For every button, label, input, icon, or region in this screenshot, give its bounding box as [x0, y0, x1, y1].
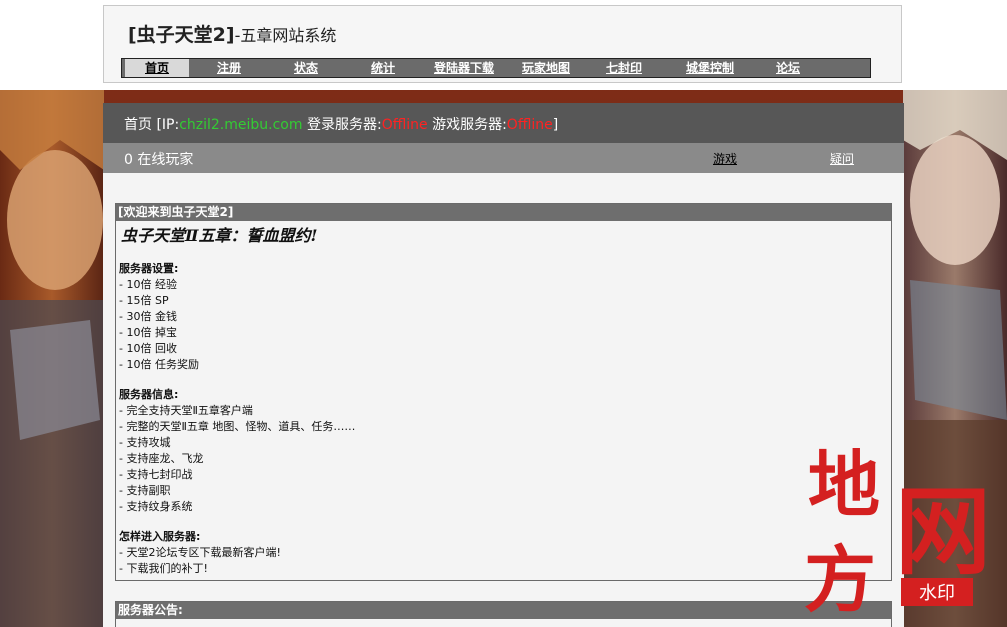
site-title-name: [虫子天堂2]: [128, 24, 235, 46]
login-server-label: 登录服务器:: [306, 117, 382, 133]
nav-item-seven-signs[interactable]: 七封印: [591, 59, 657, 77]
watermark-char-2: 方: [804, 537, 876, 622]
list-item: - 10倍 任务奖励: [119, 358, 199, 371]
server-info-title: 服务器信息:: [119, 388, 179, 401]
welcome-box-header: [欢迎来到虫子天堂2]: [116, 204, 891, 221]
nav-item-player-map[interactable]: 玩家地图: [513, 59, 579, 77]
game-server-label: 游戏服务器:: [432, 117, 507, 133]
nav-item-castle-control[interactable]: 城堡控制: [675, 59, 745, 77]
list-item: - 15倍 SP: [119, 294, 169, 307]
site-title-subtitle: -五章网站系统: [234, 26, 337, 45]
login-server-status: Offline: [381, 117, 428, 133]
main-nav: 首页 注册 状态 统计 登陆器下载 玩家地图 七封印 城堡控制 论坛: [121, 58, 871, 78]
status-home-label: 首页: [124, 117, 152, 133]
welcome-slogan: 虫子天堂Ⅱ五章：誓血盟约!: [121, 226, 318, 245]
faq-link[interactable]: 疑问: [830, 150, 854, 167]
server-status-bar: 首页 [IP:chzil2.meibu.com 登录服务器:Offline 游戏…: [103, 103, 904, 143]
list-item: - 支持纹身系统: [119, 500, 193, 513]
game-server-status: Offline: [506, 117, 553, 133]
welcome-body: 虫子天堂Ⅱ五章：誓血盟约! 服务器设置: - 10倍 经验 - 15倍 SP -…: [116, 221, 891, 577]
list-item: - 支持七封印战: [119, 468, 193, 481]
header-panel: [虫子天堂2]-五章网站系统 首页 注册 状态 统计 登陆器下载 玩家地图 七封…: [103, 5, 902, 83]
list-item: - 10倍 掉宝: [119, 326, 177, 339]
list-item: - 支持攻城: [119, 436, 171, 449]
server-settings-title: 服务器设置:: [119, 262, 179, 275]
online-players-bar: 0 在线玩家 游戏 疑问: [103, 143, 904, 173]
notice-box-header: 服务器公告:: [116, 602, 891, 619]
nav-item-register[interactable]: 注册: [199, 59, 259, 77]
watermark-char-3: 网: [895, 475, 991, 588]
list-item: - 30倍 金钱: [119, 310, 177, 323]
welcome-box: [欢迎来到虫子天堂2] 虫子天堂Ⅱ五章：誓血盟约! 服务器设置: - 10倍 经…: [115, 203, 892, 581]
list-item: - 下载我们的补丁!: [119, 562, 208, 575]
server-notice-box: 服务器公告:: [115, 601, 892, 627]
nav-item-launcher-download[interactable]: 登陆器下载: [423, 59, 505, 77]
watermark-char-1: 地: [808, 442, 880, 527]
list-item: - 完全支持天堂Ⅱ五章客户端: [119, 404, 253, 417]
status-suffix: ]: [552, 117, 559, 133]
watermark-stamp-label: 水印: [919, 583, 955, 604]
main-content-panel: 首页 [IP:chzil2.meibu.com 登录服务器:Offline 游戏…: [103, 103, 904, 627]
nav-item-forum[interactable]: 论坛: [765, 59, 811, 77]
nav-item-status[interactable]: 状态: [276, 59, 336, 77]
list-item: - 支持座龙、飞龙: [119, 452, 204, 465]
list-item: - 完整的天堂Ⅱ五章 地图、怪物、道具、任务……: [119, 420, 356, 433]
games-link[interactable]: 游戏: [713, 150, 737, 167]
site-title: [虫子天堂2]-五章网站系统: [128, 20, 336, 47]
watermark-stamp: 地 方 网 水印: [804, 442, 991, 622]
list-item: - 10倍 回收: [119, 342, 177, 355]
how-to-join-title: 怎样进入服务器:: [119, 530, 201, 543]
server-ip: chzil2.meibu.com: [179, 117, 303, 133]
status-ip-prefix: [IP:: [156, 117, 180, 133]
list-item: - 10倍 经验: [119, 278, 177, 291]
nav-item-home[interactable]: 首页: [125, 59, 189, 77]
list-item: - 天堂2论坛专区下载最新客户端!: [119, 546, 281, 559]
online-player-count: 0 在线玩家: [124, 152, 194, 168]
nav-item-stats[interactable]: 统计: [353, 59, 413, 77]
list-item: - 支持副职: [119, 484, 171, 497]
